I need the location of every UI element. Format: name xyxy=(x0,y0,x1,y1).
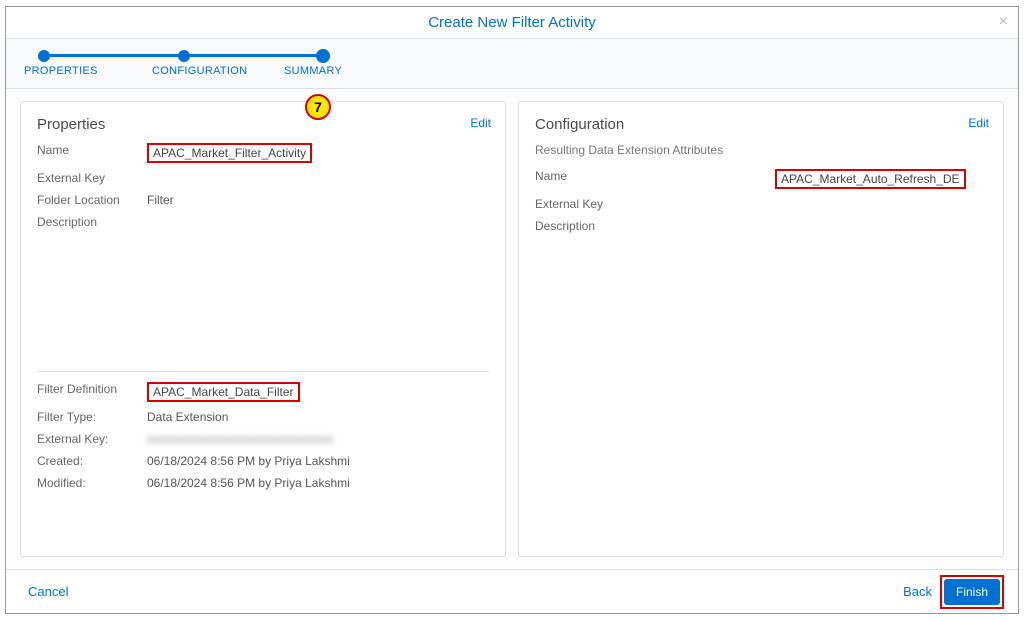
folder-label: Folder Location xyxy=(37,193,147,207)
progress-stepper: PROPERTIES CONFIGURATION SUMMARY xyxy=(6,39,1018,89)
created-value: 06/18/2024 8:56 PM by Priya Lakshmi xyxy=(147,454,350,468)
summary-content: 7 Properties Edit Name APAC_Market_Filte… xyxy=(6,89,1018,569)
step-dot-properties[interactable] xyxy=(38,50,50,62)
config-name-value: APAC_Market_Auto_Refresh_DE xyxy=(775,169,966,189)
configuration-panel: Configuration Edit Resulting Data Extens… xyxy=(518,101,1004,557)
step-dot-configuration[interactable] xyxy=(178,50,190,62)
modified-value: 06/18/2024 8:56 PM by Priya Lakshmi xyxy=(147,476,350,490)
created-label: Created: xyxy=(37,454,147,468)
cancel-button[interactable]: Cancel xyxy=(20,580,76,603)
finish-highlight: Finish xyxy=(940,575,1004,609)
description-label: Description xyxy=(37,215,147,229)
filter-type-value: Data Extension xyxy=(147,410,228,424)
divider xyxy=(37,371,489,372)
filter-type-label: Filter Type: xyxy=(37,410,147,424)
row-filter-type: Filter Type: Data Extension xyxy=(37,410,489,424)
row-name: Name APAC_Market_Filter_Activity xyxy=(37,143,489,163)
annotation-badge-7: 7 xyxy=(305,94,331,120)
step-label-summary[interactable]: SUMMARY xyxy=(284,65,342,77)
properties-title: Properties xyxy=(37,116,489,133)
config-name-label: Name xyxy=(535,169,775,183)
step-label-configuration[interactable]: CONFIGURATION xyxy=(152,65,292,77)
modal-dialog: Create New Filter Activity × PROPERTIES … xyxy=(5,6,1019,614)
name-label: Name xyxy=(37,143,147,157)
modal-title: Create New Filter Activity xyxy=(428,14,596,31)
step-dot-summary[interactable] xyxy=(316,49,330,63)
modal-header: Create New Filter Activity × xyxy=(6,7,1018,39)
folder-value: Filter xyxy=(147,193,174,207)
config-row-external-key: External Key xyxy=(535,197,987,211)
properties-panel: 7 Properties Edit Name APAC_Market_Filte… xyxy=(20,101,506,557)
stepper-line xyxy=(182,54,322,57)
row-external-key: External Key xyxy=(37,171,489,185)
config-description-label: Description xyxy=(535,219,775,233)
row-modified: Modified: 06/18/2024 8:56 PM by Priya La… xyxy=(37,476,489,490)
filter-definition-value: APAC_Market_Data_Filter xyxy=(147,382,300,402)
step-label-properties[interactable]: PROPERTIES xyxy=(24,65,144,77)
row-folder: Folder Location Filter xyxy=(37,193,489,207)
properties-edit-link[interactable]: Edit xyxy=(470,116,491,130)
external-key-label: External Key xyxy=(37,171,147,185)
config-external-key-label: External Key xyxy=(535,197,775,211)
back-button[interactable]: Back xyxy=(895,580,940,603)
configuration-edit-link[interactable]: Edit xyxy=(968,116,989,130)
external-key-2-label: External Key: xyxy=(37,432,147,446)
config-row-name: Name APAC_Market_Auto_Refresh_DE xyxy=(535,169,987,189)
stepper-line xyxy=(42,54,182,57)
row-external-key-2: External Key: xxxxxxxxxxxxxxxxxxxxxxxxxx… xyxy=(37,432,489,446)
row-description: Description xyxy=(37,215,489,229)
configuration-subheading: Resulting Data Extension Attributes xyxy=(535,143,987,157)
name-value: APAC_Market_Filter_Activity xyxy=(147,143,312,163)
row-filter-definition: Filter Definition APAC_Market_Data_Filte… xyxy=(37,382,489,402)
stepper-labels: PROPERTIES CONFIGURATION SUMMARY xyxy=(22,65,1002,77)
modified-label: Modified: xyxy=(37,476,147,490)
config-row-description: Description xyxy=(535,219,987,233)
stepper-track xyxy=(22,49,1002,63)
filter-definition-label: Filter Definition xyxy=(37,382,147,396)
close-icon[interactable]: × xyxy=(999,13,1008,31)
configuration-title: Configuration xyxy=(535,116,987,133)
modal-footer: Cancel Back Finish xyxy=(6,569,1018,613)
finish-button[interactable]: Finish xyxy=(944,579,1000,605)
row-created: Created: 06/18/2024 8:56 PM by Priya Lak… xyxy=(37,454,489,468)
external-key-2-value: xxxxxxxxxxxxxxxxxxxxxxxxxxxxxxx xyxy=(147,432,333,446)
